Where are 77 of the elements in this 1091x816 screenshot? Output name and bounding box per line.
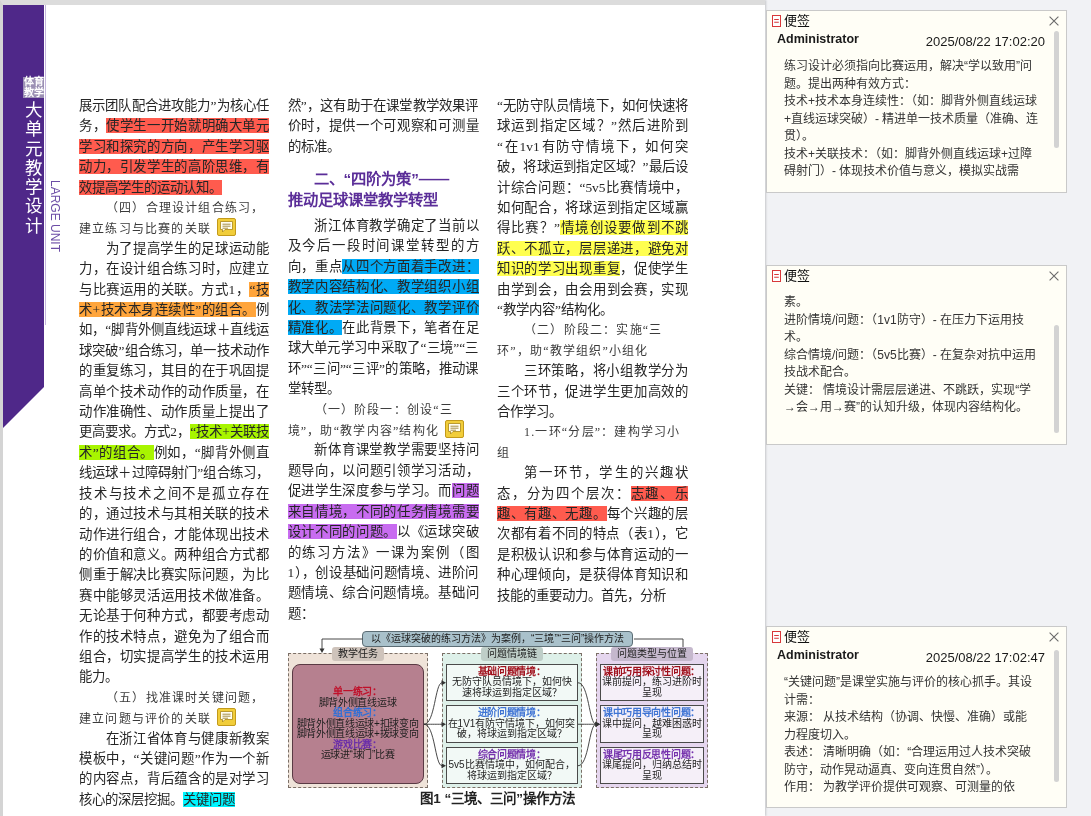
close-button[interactable] <box>1049 271 1059 281</box>
item-heading: 课前巧用探讨性问题： <box>603 666 700 677</box>
item-text: 5v5比赛情境中，如何配合，将球运到指定区域？ <box>447 760 576 782</box>
body-paragraph: 为了提高学生的足球运动能力，在设计组合练习时，应建立与比赛运用的关联。方式1，“技术+技术本身连续性”的组合。例如，“脚背外侧直线运球＋直线运球突破”组合练习，单一技术动作的重复练习，其目的在于巩固提高单个技术动作的动作质量，在动作准确性、动作质量上提出了更高要求。方式2，“技术+关联技术”的组合。例如，“脚背外侧直线运球＋过障碍射门”组合练习，技术与技术之间不是孤立存在的，通过技术与其相关联的技术动作进行组合，才能体现出技术的价值和意义。两种组合方式都侧重于解决比赛实际问题，为比赛中能够灵活运用技术做准备。无论基于何种方式，都要考虑动作的技术特点，避免为了组合而组合，切实提高学生的技术运用能力。 <box>79 239 269 687</box>
scrollbar-thumb[interactable] <box>1054 325 1059 433</box>
note-text: 综合情境/问题：（5v5比赛）- 在复杂对抗中运用技战术配合。 <box>784 346 1037 381</box>
author-name: Administrator <box>777 31 859 47</box>
note-text: 进阶情境/问题：（1v1防守）- 在压力下运用技术。 <box>784 311 1025 346</box>
body-paragraph: 三环策略，将小组教学分为三个环节，促进学生更加高效的合作学习。 <box>497 362 688 422</box>
note-text: 作用： 为教学评价提供可观察、可测量的依 <box>784 779 1017 796</box>
item-heading: 游戏比赛： <box>333 739 382 750</box>
panel-label: 教学任务 <box>331 646 384 661</box>
note-text: 素。 <box>784 294 809 311</box>
close-button[interactable] <box>1049 632 1059 642</box>
subheading: （二）阶段二：实施“三 <box>524 323 663 338</box>
close-button[interactable] <box>1049 16 1059 26</box>
note-text: 练习设计必须指向比赛运用，解决“学以致用”问题。提出两种有效方式： <box>784 58 1033 93</box>
close-icon <box>1049 271 1059 281</box>
figure-caption: 图1 “三境、三问”操作方法 <box>419 790 577 808</box>
subheading: 组 <box>497 445 511 460</box>
note-title: 便签 <box>784 13 810 29</box>
subheading: （四）合理设计组合练习， <box>106 201 265 216</box>
item-heading: 基础问题情境： <box>477 666 546 677</box>
comment-icon[interactable] <box>217 708 236 727</box>
item-text: 脚背外侧直线运球+拨球变向 <box>296 729 419 740</box>
note-icon <box>772 270 781 282</box>
section-tag: 体育教学 <box>23 77 44 98</box>
comment-icon[interactable] <box>445 420 465 439</box>
section-heading: 二、“四阶为策”—— 推动足球课堂教学转型 <box>287 169 451 210</box>
item-text: 脚背外侧直线运球 <box>318 697 397 708</box>
subheading: 1.一环“分层”：建构学习小 <box>524 425 681 440</box>
item-text: 运球进“球门”比赛 <box>320 750 395 761</box>
section-title: 大单元教学设计 <box>24 101 42 236</box>
body-paragraph: 展示团队配合进攻能力”为核心任务，使学生一开始就明确大单元学习和探究的方向，产生学习驱动力，引发学生的高阶思维，有效提高学生的运动认知。 <box>79 97 269 197</box>
item-heading: 组合练习： <box>333 708 382 719</box>
timestamp: 2025/08/22 17:02:20 <box>925 33 1045 50</box>
author-name: Administrator <box>777 647 859 663</box>
subheading: （一）阶段一：创设“三 <box>314 402 454 417</box>
subheading: 境”，助“教学内容”结构化 <box>287 424 440 439</box>
elbow-connector <box>632 638 683 648</box>
close-icon <box>1049 632 1059 642</box>
note-text: 技术+技术本身连续性：（如：脚背外侧直线运球+直线运球突破）- 精进单一技术质量（准确、连贯）。 <box>784 93 1039 145</box>
body-paragraph: 新体育课堂教学需要坚持问题导向，以问题引领学习活动，促进学生深度参与学习。而问题来自情境，不同的任务情境需要设计不同的问题。以《运球突破的练习方法》一课为案例（图1），创设基础问题情境、进阶问题情境、综合问题情境。基础问题： <box>287 441 479 623</box>
note-text: 技术+关联技术：（如：脚背外侧直线运球+过障碍射门）- 体现技术价值与意义，模拟实战需 <box>784 145 1033 180</box>
note-icon <box>772 631 781 643</box>
item-heading: 进阶问题情境： <box>477 708 546 719</box>
close-icon <box>1049 16 1059 26</box>
subheading: 环”，助“教学组织”小组化 <box>497 343 649 358</box>
item-text: 课尾提问，归纳总结时呈现 <box>601 760 702 782</box>
note-text: 关键： 情境设计需层层递进、不跳跃，实现“学→会→用→赛”的认知升级，体现内容结构化。 <box>784 381 1033 416</box>
panel-label: 问题类型与位置 <box>610 646 693 661</box>
body-paragraph: 在浙江省体育与健康新教案模板中，“关键问题”作为一个新的内容点，背后蕴含的是对学习核心的深层挖掘。关键问题 <box>79 729 269 809</box>
item-text: 在1V1有防守情境下，如何突破，将球运到指定区域？ <box>447 718 576 740</box>
comment-icon[interactable] <box>217 218 236 237</box>
item-text: 课中提问，越难困惑时呈现 <box>601 718 702 740</box>
scrollbar-thumb[interactable] <box>1054 650 1059 782</box>
subheading: 建立练习与比赛的关联 <box>79 222 211 237</box>
note-text: 表述： 清晰明确（如：“合理运用过人技术突破防守，动作晃动逼真、变向连贯自然”）。 <box>784 744 1033 779</box>
note-text: “关键问题”是课堂实施与评价的核心抓手。其设计需： <box>784 674 1033 709</box>
timestamp: 2025/08/22 17:02:47 <box>925 649 1045 666</box>
subheading: 建立问题与评价的关联 <box>79 712 211 727</box>
subheading: （五）找准课时关键问题， <box>106 690 265 705</box>
note-title: 便签 <box>784 268 810 284</box>
scrollbar-thumb[interactable] <box>1054 31 1059 148</box>
note-title: 便签 <box>784 629 810 645</box>
section-subtitle: LARGE UNIT <box>48 180 61 252</box>
body-paragraph: 浙江体育教学确定了当前以及今后一段时间课堂转型的方向，重点从四个方面着手改进：教学内容结构化、教学组织小组化、教法学法问题化、教学评价精准化。在此背景下，笔者在足球大单元学习中采取了“三境”“三环”“三问”“三评”的策略，推动课堂转型。 <box>287 217 479 399</box>
item-text: 无防守队员情境下，如何快速将球运到指定区域？ <box>450 677 573 699</box>
diagram-title: 以《运球突破的练习方法》为案例，“三境”“三问”操作方法 <box>362 630 634 647</box>
item-heading: 课中巧用导向性问题： <box>603 708 700 719</box>
note-icon <box>772 15 781 27</box>
item-heading: 单一练习： <box>333 687 382 698</box>
item-heading: 综合问题情境： <box>477 749 546 760</box>
body-paragraph: 然”，这有助于在课堂教学效果评价时，提供一个可观察和可测量的标准。 <box>287 97 479 156</box>
body-paragraph: 第一环节，学生的兴趣状态，分为四个层次：志趣、乐趣、有趣、无趣。每个兴趣的层次都有着不同的特点（表1），它是积极认识和参与体育运动的一种心理倾向，是获得体育知识和技能的重要动力。首先，分析 <box>497 464 688 605</box>
note-text: 来源： 从技术结构（协调、快慢、准确）或能力程度切入。 <box>784 709 1029 744</box>
item-text: 课前提问，练习进阶时呈现 <box>601 677 702 699</box>
